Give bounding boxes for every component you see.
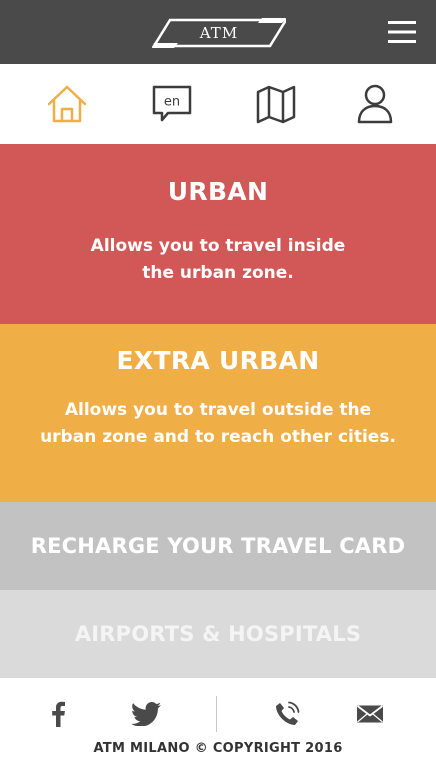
menu-button[interactable] [386, 18, 418, 46]
nav-profile[interactable] [350, 80, 400, 128]
facebook-link[interactable] [44, 700, 72, 728]
language-icon: en [152, 85, 192, 122]
footer: ATM MILANO © COPYRIGHT 2016 [0, 678, 436, 772]
extra-urban-ticket-panel[interactable]: EXTRA URBAN Allows you to travel outside… [0, 324, 436, 502]
nav-map[interactable] [251, 80, 301, 128]
nav-home[interactable] [42, 80, 92, 128]
urban-title: URBAN [167, 177, 269, 206]
recharge-travel-card-button[interactable]: RECHARGE YOUR TRAVEL CARD [0, 502, 436, 590]
phone-link[interactable] [272, 700, 302, 728]
mail-link[interactable] [354, 700, 386, 728]
recharge-label: RECHARGE YOUR TRAVEL CARD [30, 534, 406, 558]
hamburger-menu-icon [388, 21, 416, 43]
airports-hospitals-button[interactable]: AIRPORTS & HOSPITALS [0, 590, 436, 678]
twitter-link[interactable] [130, 700, 164, 728]
user-icon [357, 84, 393, 124]
app-header: ATM [0, 0, 436, 64]
facebook-icon [52, 701, 65, 727]
icon-nav: en [0, 64, 436, 144]
extra-urban-description: Allows you to travel outside the urban z… [40, 400, 396, 447]
airports-label: AIRPORTS & HOSPITALS [74, 622, 362, 646]
nav-language[interactable]: en [147, 80, 197, 128]
urban-description: Allows you to travel inside the urban zo… [90, 236, 346, 283]
extra-urban-title: EXTRA URBAN [116, 346, 320, 375]
urban-ticket-panel[interactable]: URBAN Allows you to travel inside the ur… [0, 144, 436, 324]
twitter-icon [132, 702, 161, 726]
footer-divider [216, 696, 217, 732]
atm-logo[interactable]: ATM [151, 17, 289, 49]
logo-text: ATM [199, 24, 239, 42]
map-icon [256, 85, 296, 124]
home-icon [47, 85, 87, 123]
phone-icon [276, 701, 300, 725]
copyright-text: ATM MILANO © COPYRIGHT 2016 [93, 741, 343, 756]
language-label: en [164, 95, 180, 110]
mail-icon [356, 705, 384, 723]
